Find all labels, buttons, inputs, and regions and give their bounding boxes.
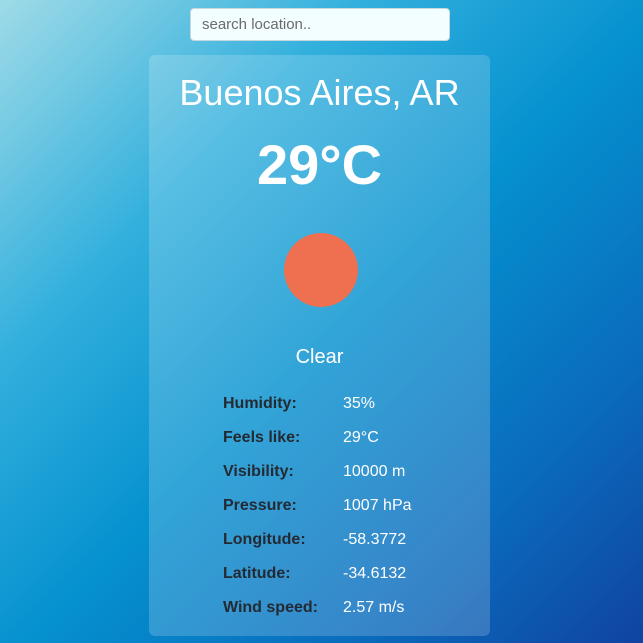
detail-row-latitude: Latitude: -34.6132 bbox=[223, 557, 473, 591]
feels-like-value: 29°C bbox=[343, 429, 379, 446]
pressure-value: 1007 hPa bbox=[343, 497, 412, 514]
longitude-label: Longitude: bbox=[223, 531, 306, 548]
detail-row-feels-like: Feels like: 29°C bbox=[223, 421, 473, 455]
humidity-label: Humidity: bbox=[223, 395, 297, 412]
wind-speed-label: Wind speed: bbox=[223, 599, 318, 616]
weather-card: Buenos Aires, AR 29°C Clear Humidity: 35… bbox=[149, 55, 490, 636]
pressure-label: Pressure: bbox=[223, 497, 297, 514]
humidity-value: 35% bbox=[343, 395, 376, 412]
detail-row-pressure: Pressure: 1007 hPa bbox=[223, 489, 473, 523]
visibility-value: 10000 m bbox=[343, 463, 406, 480]
detail-row-longitude: Longitude: -58.3772 bbox=[223, 523, 473, 557]
longitude-value: -58.3772 bbox=[343, 531, 407, 548]
detail-row-wind-speed: Wind speed: 2.57 m/s bbox=[223, 591, 473, 625]
search-bar bbox=[190, 8, 450, 41]
city-name: Buenos Aires, AR bbox=[179, 72, 460, 113]
temperature-value: 29°C bbox=[256, 133, 383, 196]
detail-row-visibility: Visibility: 10000 m bbox=[223, 455, 473, 489]
latitude-value: -34.6132 bbox=[343, 565, 407, 582]
wind-speed-value: 2.57 m/s bbox=[343, 599, 405, 616]
feels-like-label: Feels like: bbox=[223, 429, 301, 446]
detail-row-humidity: Humidity: 35% bbox=[223, 387, 473, 421]
visibility-label: Visibility: bbox=[223, 463, 294, 480]
search-input[interactable] bbox=[190, 8, 450, 41]
latitude-label: Latitude: bbox=[223, 565, 291, 582]
weather-condition: Clear bbox=[295, 346, 344, 368]
weather-details: Humidity: 35% Feels like: 29°C Visibilit… bbox=[223, 387, 473, 625]
sun-icon bbox=[284, 233, 358, 307]
